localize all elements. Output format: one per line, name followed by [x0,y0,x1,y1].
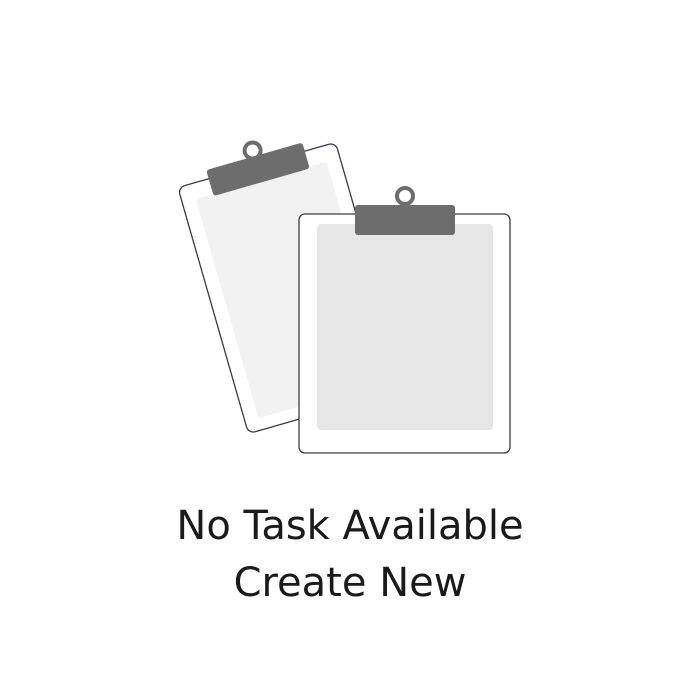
empty-state-title: No Task Available [176,503,524,549]
create-new-link[interactable]: Create New [0,555,700,611]
front-clipboard-icon [298,186,511,454]
empty-state-view: No Task Available Create New [0,0,700,700]
